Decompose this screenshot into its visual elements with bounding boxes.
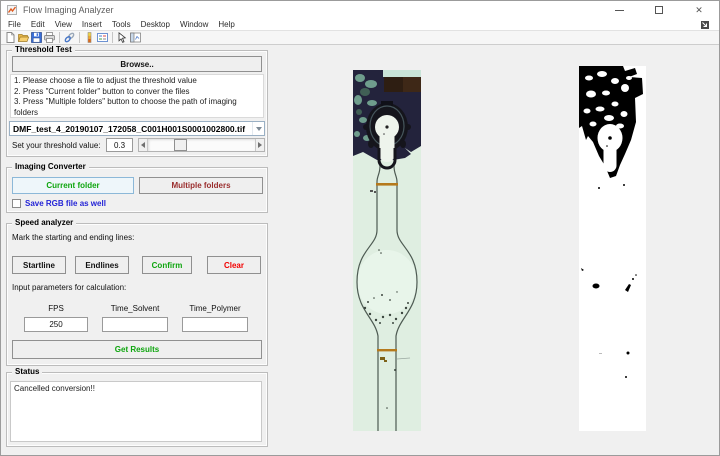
threshold-slider[interactable] [138, 138, 265, 152]
speed-analyzer-panel: Speed analyzer Mark the starting and end… [6, 218, 268, 366]
panel-title: Imaging Converter [12, 162, 89, 171]
time-solvent-input[interactable] [102, 317, 168, 332]
minimize-button[interactable] [599, 1, 639, 19]
figure-canvas: Threshold Test Browse.. 1. Please choose… [1, 45, 719, 455]
close-icon: ✕ [695, 4, 703, 15]
menu-insert[interactable]: Insert [77, 20, 107, 29]
menu-window[interactable]: Window [175, 20, 213, 29]
minimize-icon [614, 9, 624, 11]
threshold-binary-image[interactable] [579, 66, 646, 431]
close-button[interactable]: ✕ [679, 1, 719, 19]
threshold-slider-thumb[interactable] [174, 139, 188, 151]
toolbar-separator [59, 32, 60, 43]
figure-toolbar [1, 30, 719, 45]
arrow-right-icon [258, 142, 262, 148]
time-solvent-label: Time_Solvent [110, 304, 160, 313]
current-folder-button[interactable]: Current folder [12, 177, 134, 194]
threshold-value-input[interactable] [106, 138, 133, 152]
menu-file[interactable]: File [3, 20, 26, 29]
insert-colorbar-icon[interactable] [83, 31, 96, 44]
original-image[interactable] [353, 70, 421, 431]
link-plot-icon[interactable] [63, 31, 76, 44]
params-label: Input parameters for calculation: [12, 283, 127, 292]
title-bar: Flow Imaging Analyzer ✕ [1, 1, 719, 19]
matlab-figure-icon [7, 5, 17, 15]
menu-edit[interactable]: Edit [26, 20, 50, 29]
save-figure-icon[interactable] [30, 31, 43, 44]
menu-bar: File Edit View Insert Tools Desktop Wind… [1, 19, 719, 30]
instruction-line: 3. Press "Multiple folders" button to ch… [14, 97, 237, 117]
mark-lines-label: Mark the starting and ending lines: [12, 233, 135, 242]
open-file-icon[interactable] [17, 31, 30, 44]
chevron-down-icon [252, 122, 264, 135]
file-dropdown[interactable]: DMF_test_4_20190107_172058_C001H001S0001… [9, 121, 265, 136]
panel-title: Threshold Test [12, 45, 75, 54]
startline-button[interactable]: Startline [12, 256, 66, 274]
save-rgb-checkbox[interactable] [12, 199, 21, 208]
file-dropdown-value: DMF_test_4_20190107_172058_C001H001S0001… [13, 123, 246, 134]
get-results-button[interactable]: Get Results [12, 340, 262, 359]
instructions-box: 1. Please choose a file to adjust the th… [10, 74, 264, 118]
menu-help[interactable]: Help [213, 20, 239, 29]
panel-title: Status [12, 367, 43, 376]
slider-track[interactable] [148, 139, 255, 151]
save-rgb-label: Save RGB file as well [25, 199, 106, 208]
endlines-button[interactable]: Endlines [75, 256, 129, 274]
status-box: Cancelled conversion!! [10, 381, 262, 442]
time-polymer-label: Time_Polymer [189, 304, 241, 313]
threshold-label: Set your threshold value: [12, 141, 101, 150]
new-file-icon[interactable] [4, 31, 17, 44]
plot-browser-icon[interactable] [129, 31, 142, 44]
instruction-line: 2. Press "Current folder" button to conv… [14, 86, 190, 96]
multiple-folders-button[interactable]: Multiple folders [139, 177, 263, 194]
app-window: Flow Imaging Analyzer ✕ File Edit View I… [0, 0, 720, 456]
threshold-test-panel: Threshold Test Browse.. 1. Please choose… [6, 45, 268, 157]
status-message: Cancelled conversion!! [14, 384, 95, 393]
time-polymer-input[interactable] [182, 317, 248, 332]
instruction-line: 1. Please choose a file to adjust the th… [14, 76, 197, 85]
arrow-left-icon [141, 142, 145, 148]
window-title: Flow Imaging Analyzer [23, 5, 114, 15]
maximize-icon [655, 6, 663, 14]
slider-left-arrow[interactable] [139, 139, 148, 151]
status-panel: Status Cancelled conversion!! [6, 367, 268, 447]
fps-input[interactable] [24, 317, 88, 332]
edit-plot-icon[interactable] [116, 31, 129, 44]
slider-right-arrow[interactable] [255, 139, 264, 151]
confirm-button[interactable]: Confirm [142, 256, 192, 274]
browse-button[interactable]: Browse.. [12, 56, 262, 72]
clear-button[interactable]: Clear [207, 256, 261, 274]
print-figure-icon[interactable] [43, 31, 56, 44]
menu-view[interactable]: View [50, 20, 77, 29]
imaging-converter-panel: Imaging Converter Current folder Multipl… [6, 162, 268, 213]
toolbar-separator [79, 32, 80, 43]
maximize-button[interactable] [639, 1, 679, 19]
toolbar-separator [112, 32, 113, 43]
menu-tools[interactable]: Tools [107, 20, 136, 29]
fps-label: FPS [48, 304, 64, 313]
panel-title: Speed analyzer [12, 218, 77, 227]
menu-desktop[interactable]: Desktop [136, 20, 175, 29]
dock-figure-icon[interactable] [701, 20, 709, 29]
insert-legend-icon[interactable] [96, 31, 109, 44]
